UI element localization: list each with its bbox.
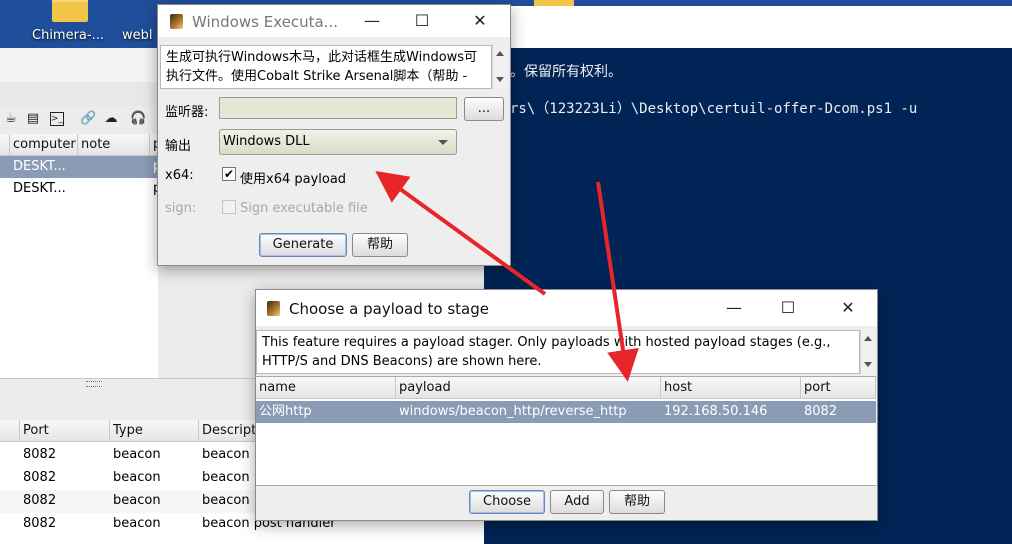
background-window-titlebar xyxy=(484,6,1012,48)
cell-type: beacon xyxy=(113,447,161,462)
dialog-description: 生成可执行Windows木马，此对话框生成Windows可执行文件。使用Coba… xyxy=(160,45,492,89)
help-button[interactable]: 帮助 xyxy=(609,490,665,514)
table-row[interactable]: DESKT... p xyxy=(0,178,158,200)
close-icon[interactable]: ✕ xyxy=(470,11,490,31)
scroll-up-icon[interactable] xyxy=(864,336,872,341)
cell-name: 公网http xyxy=(259,404,312,419)
cell-host: 192.168.50.146 xyxy=(664,404,768,419)
document-icon[interactable]: ▤ xyxy=(26,112,40,126)
windows-executable-dialog: Windows Executa... — ☐ ✕ 生成可执行Windows木马，… xyxy=(157,4,511,266)
desktop-icon-chimera[interactable]: Chimera-... xyxy=(28,0,108,48)
cell-port: 8082 xyxy=(23,516,57,531)
scroll-down-icon[interactable] xyxy=(864,362,872,367)
column-header[interactable]: computer xyxy=(10,134,78,156)
help-button[interactable]: 帮助 xyxy=(352,233,408,257)
dialog-title: Windows Executa... xyxy=(192,13,338,31)
scroll-down-icon[interactable] xyxy=(496,77,504,82)
column-header[interactable]: host xyxy=(661,377,801,399)
column-header[interactable]: port xyxy=(801,377,876,399)
output-label: 输出 xyxy=(165,139,192,154)
console-line: rs\（123223Li）\Desktop\certuil-offer-Dcom… xyxy=(510,101,918,117)
sign-checkbox-label: Sign executable file xyxy=(240,201,368,216)
sign-checkbox[interactable] xyxy=(222,200,236,214)
column-header[interactable] xyxy=(0,134,10,156)
dialog-description: This feature requires a payload stager. … xyxy=(256,330,860,374)
console-icon[interactable]: >_ xyxy=(50,112,64,126)
listener-label: 监听器: xyxy=(165,105,209,120)
column-header[interactable]: note xyxy=(78,134,150,156)
x64-checkbox[interactable]: ✔ xyxy=(222,167,236,181)
choose-button[interactable]: Choose xyxy=(469,490,545,514)
cell-port: 8082 xyxy=(804,404,838,419)
cell-port: 8082 xyxy=(23,470,57,485)
toolbar-spacer xyxy=(0,82,160,106)
chevron-down-icon xyxy=(438,140,448,145)
java-app-icon xyxy=(170,14,183,29)
splitter-grip-icon[interactable] xyxy=(86,381,102,387)
cell-computer: DESKT... xyxy=(13,181,66,196)
minimize-icon[interactable]: — xyxy=(362,11,382,31)
headphones-icon[interactable]: 🎧 xyxy=(130,112,146,126)
toolbar: ☕ ▤ >_ 🔗 ☁ 🎧 xyxy=(0,106,160,134)
payload-table: name payload host port 公网http windows/be… xyxy=(256,376,876,486)
close-icon[interactable]: ✕ xyxy=(838,298,858,318)
x64-checkbox-label: 使用x64 payload xyxy=(240,172,347,187)
console-line: 。保留所有权利。 xyxy=(510,64,622,80)
cell-payload: windows/beacon_http/reverse_http xyxy=(399,404,627,419)
desktop-icon-webl[interactable]: webl xyxy=(112,0,162,48)
column-header[interactable]: payload xyxy=(396,377,661,399)
dialog-titlebar[interactable]: Windows Executa... — ☐ ✕ xyxy=(158,5,510,37)
column-header[interactable]: Port xyxy=(20,420,110,442)
column-header[interactable] xyxy=(0,420,20,442)
maximize-icon[interactable]: ☐ xyxy=(412,11,432,31)
minimize-icon[interactable]: — xyxy=(724,298,744,318)
output-select[interactable]: Windows DLL xyxy=(219,129,457,155)
description-scrollbar[interactable] xyxy=(492,45,507,89)
description-scrollbar[interactable] xyxy=(860,330,875,374)
coffee-icon[interactable]: ☕ xyxy=(4,112,18,126)
cell-port: 8082 xyxy=(23,447,57,462)
link-icon[interactable]: 🔗 xyxy=(80,112,96,126)
x64-label: x64: xyxy=(165,168,194,183)
browse-listener-button[interactable]: ... xyxy=(464,97,504,121)
cell-port: 8082 xyxy=(23,493,57,508)
table-row[interactable]: DESKT... p xyxy=(0,156,158,178)
generate-button[interactable]: Generate xyxy=(259,233,347,257)
maximize-icon[interactable]: ☐ xyxy=(778,298,798,318)
table-row[interactable]: 公网http windows/beacon_http/reverse_http … xyxy=(256,401,876,423)
cell-computer: DESKT... xyxy=(13,159,66,174)
dialog-title: Choose a payload to stage xyxy=(289,300,489,318)
listener-input[interactable] xyxy=(219,97,457,119)
folder-icon xyxy=(52,0,88,22)
dialog-titlebar[interactable]: Choose a payload to stage — ☐ ✕ xyxy=(256,290,877,326)
cell-type: beacon xyxy=(113,470,161,485)
add-button[interactable]: Add xyxy=(550,490,604,514)
scroll-up-icon[interactable] xyxy=(496,51,504,56)
sign-label: sign: xyxy=(165,201,197,216)
column-header[interactable]: Type xyxy=(110,420,199,442)
column-header[interactable]: name xyxy=(256,377,396,399)
cell-type: beacon xyxy=(113,516,161,531)
java-app-icon xyxy=(267,301,280,316)
desktop-icon-label: Chimera-... xyxy=(32,28,104,43)
output-selected-value: Windows DLL xyxy=(223,134,310,149)
choose-payload-dialog: Choose a payload to stage — ☐ ✕ This fea… xyxy=(255,289,878,521)
cell-type: beacon xyxy=(113,493,161,508)
cloud-icon[interactable]: ☁ xyxy=(104,112,118,126)
